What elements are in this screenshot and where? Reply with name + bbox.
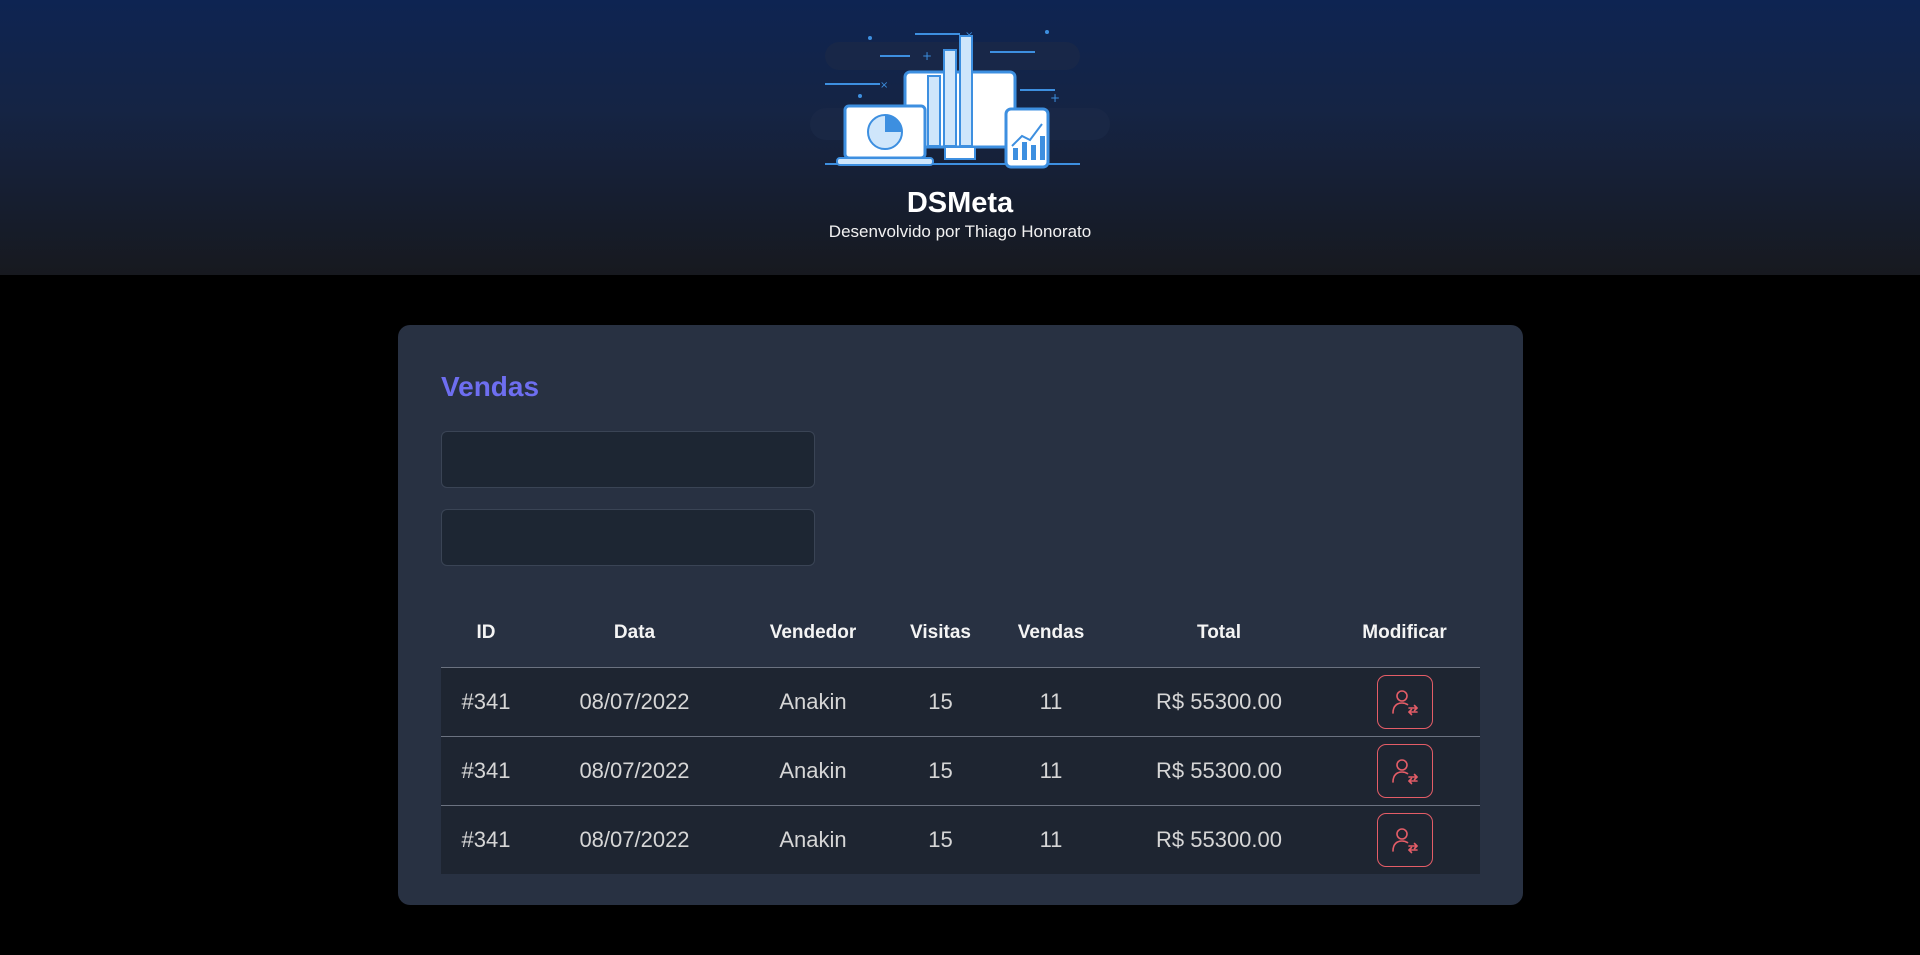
cell-total: R$ 55300.00 — [1109, 736, 1329, 806]
min-date-input[interactable] — [441, 431, 815, 488]
cell-modify — [1329, 736, 1480, 806]
notify-button[interactable] — [1376, 744, 1433, 798]
svg-text:×: × — [880, 80, 888, 91]
header-modify: Modificar — [1329, 598, 1480, 668]
cell-deals: 11 — [993, 805, 1109, 874]
header-id: ID — [441, 598, 531, 668]
cell-deals: 11 — [993, 667, 1109, 737]
cell-date: 08/07/2022 — [531, 736, 738, 806]
cell-seller: Anakin — [738, 805, 888, 874]
svg-text:+: + — [922, 49, 932, 63]
app-header: × × + + DSMeta Desenvolvido por Thiago H… — [0, 0, 1920, 275]
header-deals: Vendas — [993, 598, 1109, 668]
table-row: #341 08/07/2022 Anakin 15 11 R$ 55300.00 — [441, 805, 1480, 874]
sales-card: Vendas ID Data Vendedor Visitas Vendas T… — [398, 325, 1523, 905]
cell-id: #341 — [441, 736, 531, 806]
max-date-input[interactable] — [441, 509, 815, 566]
cell-modify — [1329, 805, 1480, 874]
cell-visits: 15 — [888, 736, 993, 806]
cell-total: R$ 55300.00 — [1109, 805, 1329, 874]
cell-date: 08/07/2022 — [531, 805, 738, 874]
cell-deals: 11 — [993, 736, 1109, 806]
header-date: Data — [531, 598, 738, 668]
sales-table: ID Data Vendedor Visitas Vendas Total Mo… — [441, 598, 1480, 874]
table-row: #341 08/07/2022 Anakin 15 11 R$ 55300.00 — [441, 736, 1480, 806]
header-total: Total — [1109, 598, 1329, 668]
cell-total: R$ 55300.00 — [1109, 667, 1329, 737]
cell-seller: Anakin — [738, 667, 888, 737]
cell-visits: 15 — [888, 667, 993, 737]
user-notify-icon — [1391, 828, 1418, 854]
header-seller: Vendedor — [738, 598, 888, 668]
app-subtitle: Desenvolvido por Thiago Honorato — [828, 222, 1092, 241]
cell-date: 08/07/2022 — [531, 667, 738, 737]
table-row: #341 08/07/2022 Anakin 15 11 R$ 55300.00 — [441, 667, 1480, 737]
user-notify-icon — [1391, 759, 1418, 785]
sales-title: Vendas — [441, 371, 540, 402]
cell-seller: Anakin — [738, 736, 888, 806]
notify-button[interactable] — [1376, 813, 1433, 867]
svg-text:+: + — [1050, 91, 1060, 105]
user-notify-icon — [1391, 690, 1418, 716]
cell-id: #341 — [441, 805, 531, 874]
cell-id: #341 — [441, 667, 531, 737]
cell-visits: 15 — [888, 805, 993, 874]
header-visits: Visitas — [888, 598, 993, 668]
analytics-logo-icon: × × + + — [810, 30, 1110, 169]
app-title: DSMeta — [906, 187, 1014, 219]
cell-modify — [1329, 667, 1480, 737]
table-header-row: ID Data Vendedor Visitas Vendas Total Mo… — [441, 598, 1480, 668]
notify-button[interactable] — [1376, 675, 1433, 729]
